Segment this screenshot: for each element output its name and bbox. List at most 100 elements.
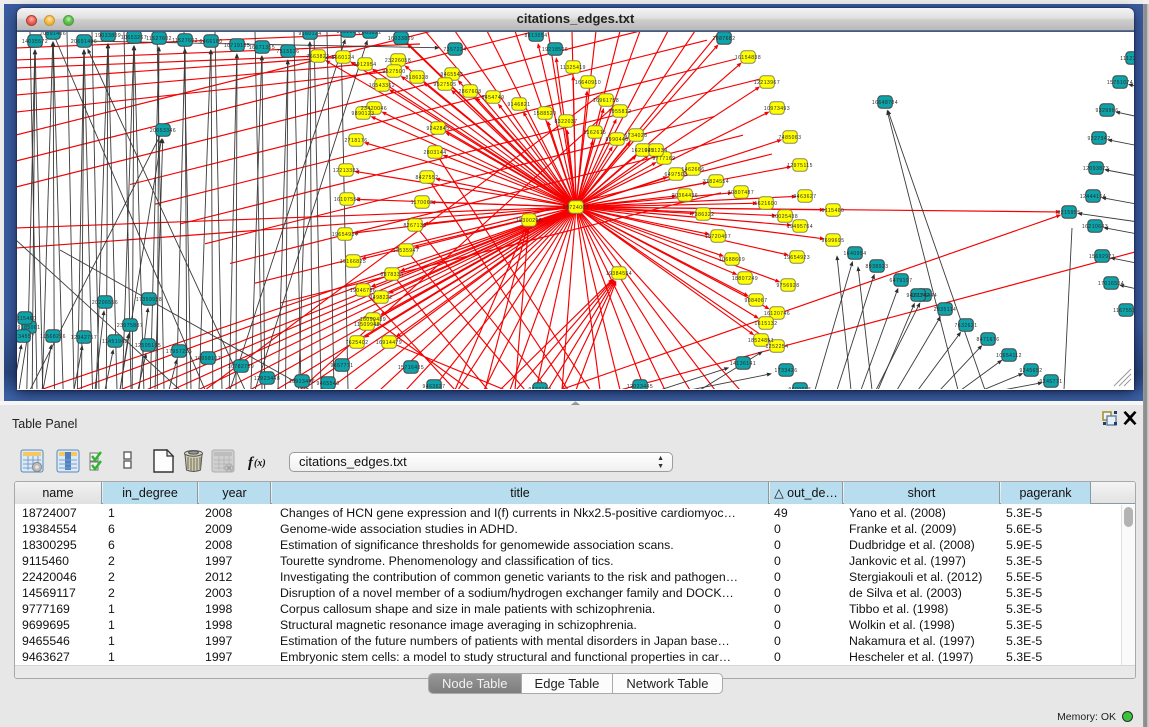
- svg-text:12213967: 12213967: [754, 80, 780, 86]
- svg-text:19033809: 19033809: [95, 33, 121, 39]
- svg-text:2087682: 2087682: [713, 36, 736, 42]
- svg-text:19654934: 19654934: [332, 232, 358, 238]
- svg-text:1733426: 1733426: [775, 368, 798, 374]
- svg-text:19218506: 19218506: [542, 47, 568, 53]
- svg-text:9329966: 9329966: [1096, 108, 1119, 114]
- svg-text:20053346: 20053346: [150, 128, 176, 134]
- svg-text:15716485: 15716485: [398, 365, 424, 371]
- svg-text:10688609: 10688609: [719, 257, 745, 263]
- svg-text:7357224: 7357224: [444, 47, 467, 53]
- svg-text:17016504: 17016504: [1098, 281, 1124, 287]
- svg-text:11527602: 11527602: [146, 36, 172, 42]
- svg-text:8878334: 8878334: [381, 272, 404, 278]
- svg-text:9242845: 9242845: [427, 126, 450, 132]
- svg-text:20691406: 20691406: [71, 39, 97, 45]
- svg-text:12975115: 12975115: [787, 163, 813, 169]
- svg-text:9465546: 9465546: [441, 72, 464, 78]
- svg-text:19046786: 19046786: [350, 288, 376, 294]
- svg-text:7515526: 7515526: [277, 49, 300, 55]
- svg-text:8267130: 8267130: [404, 223, 427, 229]
- svg-text:1170063: 1170063: [411, 200, 434, 206]
- svg-text:7386322: 7386322: [692, 212, 715, 218]
- svg-text:9463627: 9463627: [794, 194, 817, 200]
- svg-text:18807249: 18807249: [732, 276, 758, 282]
- svg-text:9890123: 9890123: [352, 111, 375, 117]
- svg-text:17359938: 17359938: [136, 297, 162, 303]
- svg-text:9463627: 9463627: [423, 384, 446, 389]
- svg-text:12444154: 12444154: [1080, 194, 1106, 200]
- svg-text:12093873: 12093873: [1083, 166, 1109, 172]
- svg-text:15751074: 15751074: [1107, 80, 1133, 86]
- svg-text:8471676: 8471676: [977, 337, 1000, 343]
- svg-text:12923448: 12923448: [254, 376, 280, 382]
- svg-text:8938923: 8938923: [866, 264, 889, 270]
- svg-text:9699695: 9699695: [789, 387, 812, 389]
- svg-text:6466160: 6466160: [200, 39, 223, 45]
- svg-text:2935114: 2935114: [934, 307, 957, 313]
- svg-text:2718176: 2718176: [345, 138, 368, 144]
- svg-text:1640954: 1640954: [844, 251, 867, 257]
- svg-text:6734028: 6734028: [625, 133, 648, 139]
- svg-text:16671355: 16671355: [249, 45, 275, 51]
- svg-text:19384554: 19384554: [606, 271, 632, 277]
- svg-text:8813054: 8813054: [525, 33, 548, 39]
- svg-text:7632621: 7632621: [955, 323, 978, 329]
- svg-text:9134557: 9134557: [17, 334, 34, 340]
- svg-text:9756928: 9756928: [777, 283, 800, 289]
- svg-text:12505135: 12505135: [135, 343, 161, 349]
- svg-text:12023445: 12023445: [627, 384, 653, 389]
- svg-text:1162615: 1162615: [584, 130, 607, 136]
- svg-text:11527602: 11527602: [172, 38, 198, 44]
- svg-text:16107552: 16107552: [334, 197, 360, 203]
- svg-text:16210643: 16210643: [1082, 224, 1108, 230]
- svg-text:9227342: 9227342: [1088, 136, 1111, 142]
- svg-text:8186328: 8186328: [406, 75, 429, 81]
- svg-text:1588520: 1588520: [534, 111, 557, 117]
- svg-text:9084067: 9084067: [745, 298, 768, 304]
- svg-text:11509948: 11509948: [354, 322, 380, 328]
- svg-text:6497508: 6497508: [665, 172, 688, 178]
- svg-text:9115460: 9115460: [17, 316, 36, 322]
- svg-text:9245771: 9245771: [1040, 379, 1063, 385]
- svg-text:9185061: 9185061: [18, 325, 41, 331]
- svg-text:16914479: 16914479: [376, 340, 402, 346]
- svg-text:16961758: 16961758: [593, 98, 619, 104]
- svg-text:7663822: 7663822: [359, 32, 382, 36]
- svg-text:9427342: 9427342: [907, 293, 930, 299]
- svg-text:11123456: 11123456: [1120, 56, 1134, 62]
- svg-text:15692971: 15692971: [1089, 254, 1115, 260]
- svg-text:18724007: 18724007: [563, 205, 589, 211]
- svg-text:9160124: 9160124: [299, 32, 322, 37]
- svg-text:31824554: 31824554: [703, 179, 729, 185]
- svg-text:16543362: 16543362: [369, 83, 395, 89]
- svg-text:13535947: 13535947: [393, 248, 419, 254]
- svg-text:9777169: 9777169: [653, 156, 676, 162]
- svg-text:20891406: 20891406: [40, 32, 66, 37]
- svg-text:8454749: 8454749: [482, 95, 505, 101]
- svg-text:8215955: 8215955: [1058, 210, 1081, 216]
- svg-text:10025438: 10025438: [772, 214, 798, 220]
- svg-text:12213383: 12213383: [333, 168, 359, 174]
- svg-text:19654923: 19654923: [784, 255, 810, 261]
- svg-text:23975887: 23975887: [117, 323, 143, 329]
- svg-text:9657771: 9657771: [331, 363, 354, 369]
- svg-text:16120746: 16120746: [764, 311, 790, 317]
- svg-text:3912954: 3912954: [354, 62, 377, 68]
- svg-text:9115460: 9115460: [822, 208, 845, 214]
- svg-text:(x): (x): [254, 458, 266, 469]
- svg-text:10654112: 10654112: [996, 353, 1022, 359]
- svg-text:2803144: 2803144: [424, 150, 447, 156]
- svg-text:7955812: 7955812: [609, 109, 632, 115]
- svg-text:9777169: 9777169: [529, 387, 552, 389]
- svg-text:14136141: 14136141: [730, 361, 756, 367]
- svg-text:10719155: 10719155: [224, 43, 250, 49]
- svg-text:8322037: 8322037: [555, 119, 578, 125]
- svg-text:9527500: 9527500: [383, 69, 406, 75]
- svg-text:7625402: 7625402: [346, 340, 369, 346]
- svg-text:10923446: 10923446: [289, 379, 315, 385]
- svg-text:9245652: 9245652: [1020, 368, 1043, 374]
- svg-text:17957225: 17957225: [166, 349, 192, 355]
- svg-text:10958107: 10958107: [195, 356, 221, 362]
- svg-text:9527505: 9527505: [434, 82, 457, 88]
- svg-text:20206556: 20206556: [92, 300, 118, 306]
